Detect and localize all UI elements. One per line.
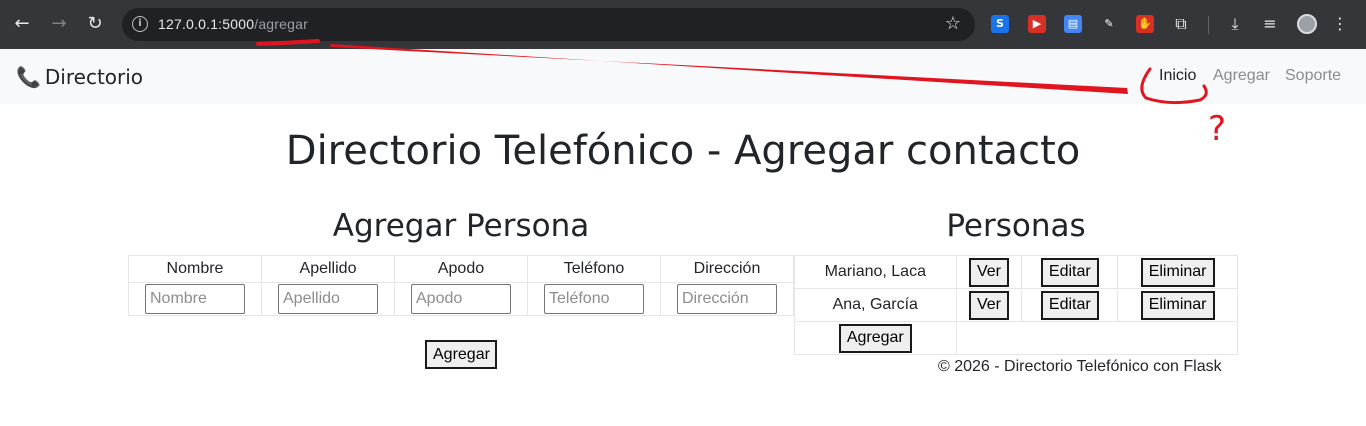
docs-ext-icon[interactable]: ▤: [1064, 15, 1082, 33]
action-cell: Editar: [1021, 288, 1119, 322]
nav-link-agregar[interactable]: Agregar: [1213, 67, 1270, 85]
action-cell: Ver: [955, 255, 1023, 289]
toolbar-divider: [1208, 16, 1209, 34]
media-ext-icon[interactable]: ▶: [1028, 15, 1046, 33]
column-header: Nombre: [128, 255, 262, 283]
extensions-puzzle-icon[interactable]: ⧉: [1170, 13, 1192, 35]
pen-ext-icon[interactable]: ✎: [1100, 15, 1118, 33]
eliminar-button[interactable]: Eliminar: [1140, 257, 1215, 287]
direccion-input[interactable]: [677, 284, 777, 314]
personas-table: Mariano, Laca Ver Editar Eliminar Ana, G…: [794, 255, 1239, 355]
action-cell: Editar: [1021, 255, 1119, 289]
stop-ext-icon[interactable]: ✋: [1136, 15, 1154, 33]
forward-button[interactable]: →: [47, 12, 71, 36]
action-cell: Eliminar: [1117, 255, 1238, 289]
person-name: Ana, García: [794, 288, 957, 322]
input-cell: [527, 282, 661, 316]
input-cell: [394, 282, 528, 316]
editar-button[interactable]: Editar: [1040, 257, 1099, 287]
empty-cell: [955, 321, 1239, 355]
navbar-brand[interactable]: 📞 Directorio: [16, 65, 143, 89]
eliminar-button[interactable]: Eliminar: [1140, 290, 1215, 320]
add-person-button[interactable]: Agregar: [838, 323, 912, 353]
apellido-input[interactable]: [278, 284, 378, 314]
submit-agregar-button[interactable]: Agregar: [425, 340, 497, 369]
s-ext-icon[interactable]: S: [991, 15, 1009, 33]
back-button[interactable]: ←: [10, 12, 34, 36]
nav-link-soporte[interactable]: Soporte: [1285, 67, 1341, 85]
editar-button[interactable]: Editar: [1040, 290, 1099, 320]
table-row: Mariano, Laca Ver Editar Eliminar: [794, 255, 1238, 289]
footer-text: © 2026 - Directorio Telefónico con Flask: [938, 358, 1222, 375]
download-icon[interactable]: ⤓: [1224, 13, 1246, 35]
menu-kebab-icon[interactable]: ⋮: [1329, 13, 1351, 35]
action-cell: Eliminar: [1117, 288, 1238, 322]
browser-toolbar: ← → ↻ i 127.0.0.1:5000/agregar ☆ S ▶ ▤ ✎ ✋ ⧉…: [0, 0, 1366, 49]
action-cell: Agregar: [794, 321, 957, 355]
ver-button[interactable]: Ver: [968, 290, 1009, 320]
input-cell: [128, 282, 262, 316]
url-host: 127.0.0.1:5000: [158, 16, 255, 32]
action-cell: Ver: [955, 288, 1023, 322]
address-bar[interactable]: i 127.0.0.1:5000/agregar ☆: [122, 8, 975, 41]
brand-label: Directorio: [44, 65, 144, 89]
url-path: /agregar: [254, 16, 308, 32]
app-navbar: 📞 Directorio Inicio Agregar Soporte: [0, 49, 1366, 104]
nav-link-inicio[interactable]: Inicio: [1159, 67, 1196, 85]
bookmark-star-icon[interactable]: ☆: [945, 13, 961, 34]
page-title: Directorio Telefónico - Agregar contacto: [285, 128, 1081, 174]
site-info-icon[interactable]: i: [132, 16, 148, 32]
column-header: Teléfono: [527, 255, 661, 283]
input-cell: [660, 282, 794, 316]
telefono-input[interactable]: [544, 284, 644, 314]
ver-button[interactable]: Ver: [968, 257, 1009, 287]
table-row: Ana, García Ver Editar Eliminar: [794, 288, 1238, 322]
phone-icon: 📞: [16, 65, 41, 89]
add-person-form-table: Nombre Apellido Apodo Teléfono Dirección: [128, 255, 794, 316]
nombre-input[interactable]: [145, 284, 245, 314]
url-text[interactable]: 127.0.0.1:5000/agregar: [158, 16, 308, 32]
personas-heading: Personas: [946, 208, 1086, 244]
reload-button[interactable]: ↻: [83, 12, 107, 36]
profile-avatar[interactable]: [1297, 14, 1317, 34]
input-cell: [261, 282, 395, 316]
column-header: Apodo: [394, 255, 528, 283]
column-header: Apellido: [261, 255, 395, 283]
column-header: Dirección: [660, 255, 794, 283]
form-heading: Agregar Persona: [332, 208, 590, 244]
media-queue-icon[interactable]: ≡: [1259, 13, 1281, 35]
table-row: Agregar: [794, 321, 1239, 355]
apodo-input[interactable]: [411, 284, 511, 314]
person-name: Mariano, Laca: [794, 255, 957, 289]
